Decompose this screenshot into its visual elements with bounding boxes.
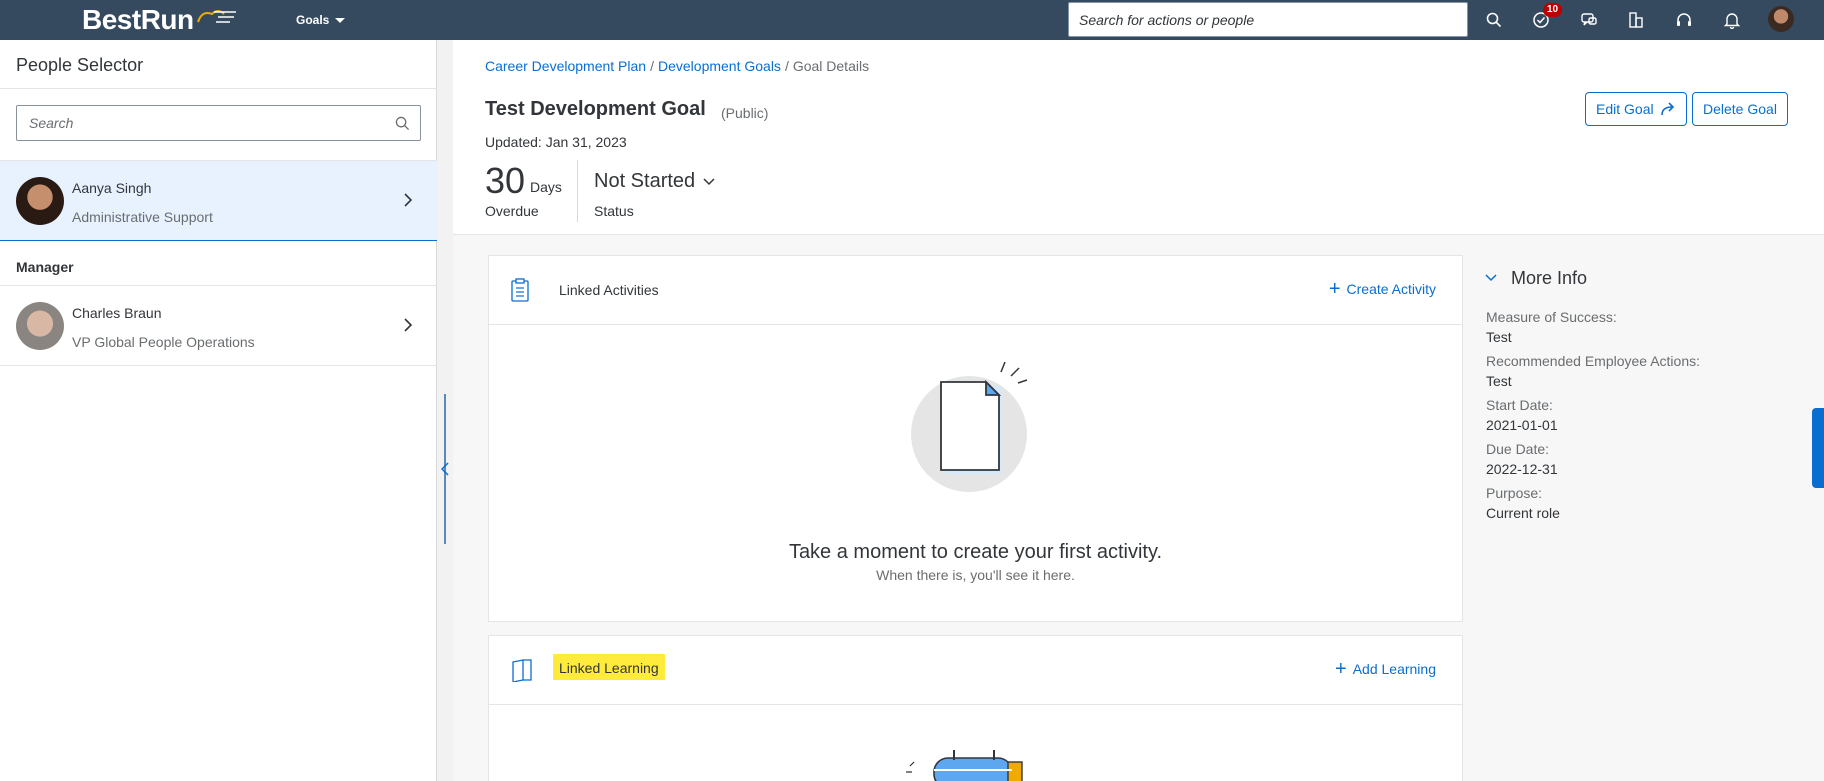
create-activity-label: Create Activity	[1346, 281, 1436, 297]
bestrun-logo[interactable]: BestRun	[82, 4, 238, 36]
people-selector-title: People Selector	[16, 55, 144, 75]
visibility-label: (Public)	[721, 105, 769, 121]
divider	[577, 160, 578, 222]
person-item-selected[interactable]: Aanya Singh Administrative Support	[0, 161, 437, 241]
shell-search-field[interactable]	[1068, 2, 1468, 37]
breadcrumb-link-development-goals[interactable]: Development Goals	[658, 58, 781, 74]
breadcrumb-separator: /	[784, 58, 789, 74]
delete-goal-button[interactable]: Delete Goal	[1692, 92, 1788, 126]
overdue-number: 30	[485, 160, 526, 201]
person-role: VP Global People Operations	[72, 334, 255, 350]
breadcrumb-link-career-plan[interactable]: Career Development Plan	[485, 58, 646, 74]
side-feedback-tab[interactable]	[1812, 408, 1824, 488]
people-selector-panel: People Selector Aanya Singh Administrati…	[0, 40, 437, 781]
field-label: Recommended Employee Actions:	[1486, 353, 1700, 369]
card-title: Linked Activities	[559, 282, 659, 298]
chevron-right-icon	[404, 193, 413, 207]
more-info-toggle[interactable]: More Info	[1485, 266, 1785, 290]
todo-check-icon[interactable]: 10	[1527, 3, 1563, 34]
search-icon[interactable]	[395, 116, 410, 131]
status-value: Not Started	[594, 170, 696, 192]
more-info-title: More Info	[1511, 267, 1588, 288]
bell-icon[interactable]	[1718, 6, 1746, 34]
chevron-down-icon	[703, 177, 715, 185]
notifications-badge: 10	[1543, 3, 1563, 17]
empty-state-title: Take a moment to create your first activ…	[788, 541, 1163, 563]
card-header: Linked Learning + Add Learning	[489, 636, 1462, 705]
overdue-label: Overdue	[485, 203, 539, 219]
page-title: Test Development Goal	[485, 98, 706, 120]
linked-activities-card: Linked Activities + Create Activity Take…	[488, 255, 1463, 622]
empty-state-subtitle: When there is, you'll see it here.	[876, 567, 1075, 583]
empty-document-illustration	[911, 361, 1028, 492]
linked-learning-card: Linked Learning + Add Learning	[488, 635, 1463, 781]
people-search-field[interactable]	[16, 105, 421, 141]
updated-date: Updated: Jan 31, 2023	[485, 134, 627, 150]
field-value: 2022-12-31	[1486, 461, 1558, 477]
clipboard-list-icon	[511, 278, 529, 302]
calendar-illustration	[906, 750, 1023, 781]
field-label: Start Date:	[1486, 397, 1553, 413]
share-arrow-icon	[1660, 102, 1674, 116]
chevron-right-icon	[404, 318, 413, 332]
person-name: Aanya Singh	[72, 180, 152, 196]
goals-menu-label: Goals	[296, 13, 330, 27]
more-info-panel: More Info	[1485, 266, 1785, 290]
goal-header: Career Development Plan / Development Goal…	[453, 40, 1824, 235]
caret-down-icon	[335, 17, 346, 23]
divider	[0, 365, 437, 366]
add-learning-button[interactable]: + Add Learning	[1335, 658, 1436, 680]
field-value: Current role	[1486, 505, 1560, 521]
shell-search-input[interactable]	[1069, 3, 1467, 36]
field-value: Test	[1486, 373, 1512, 389]
org-chart-icon[interactable]	[1622, 6, 1650, 34]
edit-goal-button[interactable]: Edit Goal	[1585, 92, 1687, 126]
manager-section-label: Manager	[16, 259, 74, 275]
people-search-input[interactable]	[17, 106, 420, 140]
status-label: Status	[594, 203, 634, 219]
field-value: Test	[1486, 329, 1512, 345]
add-learning-label: Add Learning	[1352, 661, 1436, 677]
field-label: Measure of Success:	[1486, 309, 1617, 325]
breadcrumb-separator: /	[650, 58, 654, 74]
field-label: Due Date:	[1486, 441, 1550, 457]
search-icon[interactable]	[1480, 6, 1508, 34]
logo-text-run: Run	[140, 4, 194, 35]
goals-menu-button[interactable]: Goals	[296, 0, 346, 40]
chevron-down-icon	[1485, 274, 1497, 282]
logo-cloud-icon	[196, 10, 236, 23]
panel-splitter[interactable]	[437, 40, 453, 781]
chat-icon[interactable]	[1575, 6, 1603, 34]
logo-text-best: Best	[82, 4, 141, 35]
user-avatar[interactable]	[1768, 6, 1794, 32]
breadcrumb-current: Goal Details	[792, 58, 870, 74]
status-dropdown[interactable]: Not Started	[594, 170, 715, 193]
card-header: Linked Activities + Create Activity	[489, 256, 1462, 325]
avatar	[16, 177, 64, 225]
avatar	[16, 302, 64, 350]
create-activity-button[interactable]: + Create Activity	[1328, 278, 1436, 300]
person-item-manager[interactable]: Charles Braun VP Global People Operation…	[0, 286, 437, 366]
collapse-left-icon[interactable]	[437, 459, 453, 479]
plus-icon: +	[1328, 278, 1341, 300]
headset-icon[interactable]	[1670, 6, 1698, 34]
field-value: 2021-01-01	[1486, 417, 1558, 433]
edit-goal-label: Edit Goal	[1596, 101, 1654, 117]
divider	[0, 88, 437, 89]
field-label: Purpose:	[1486, 485, 1543, 501]
book-icon	[512, 659, 532, 682]
person-role: Administrative Support	[72, 209, 213, 225]
delete-goal-label: Delete Goal	[1703, 101, 1777, 117]
shell-bar: BestRun Goals 10	[0, 0, 1824, 40]
plus-icon: +	[1335, 658, 1347, 680]
overdue-unit: Days	[530, 179, 562, 195]
person-name: Charles Braun	[72, 305, 162, 321]
breadcrumb: Career Development Plan / Development Goal…	[485, 58, 869, 74]
card-title: Linked Learning	[553, 654, 665, 680]
